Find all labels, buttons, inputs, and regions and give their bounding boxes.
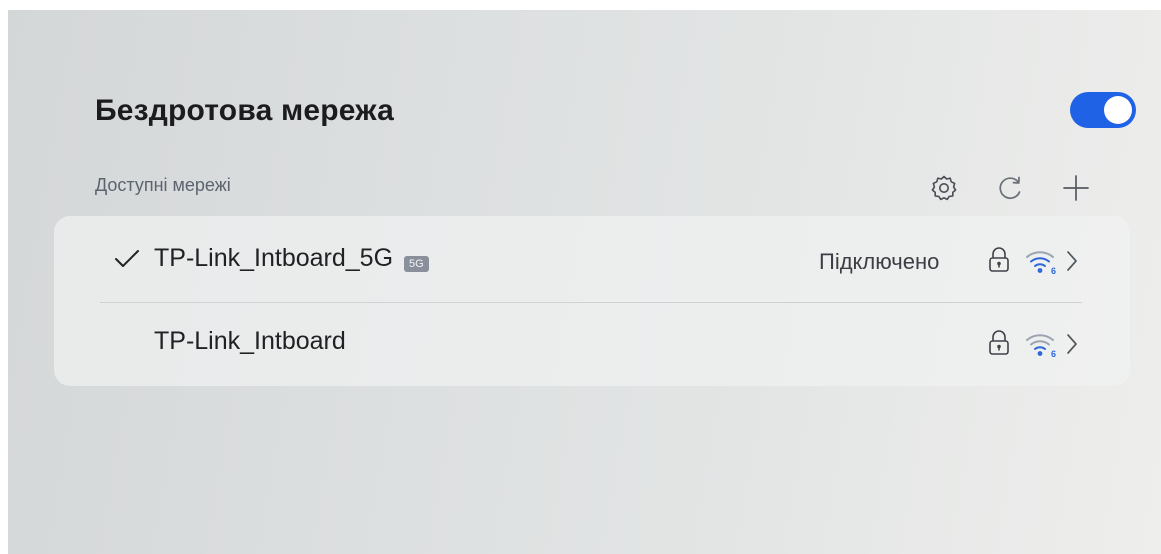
page-title: Бездротова мережа: [95, 94, 395, 127]
refresh-button[interactable]: [992, 170, 1028, 206]
network-list: TP-Link_Intboard_5G 5G Підключено 6 TP-L: [54, 216, 1130, 386]
wifi-toggle[interactable]: [1070, 92, 1136, 128]
svg-text:6: 6: [1051, 349, 1056, 359]
lock-icon: [989, 330, 1009, 355]
network-row[interactable]: TP-Link_Intboard_5G 5G Підключено 6: [100, 220, 1082, 303]
network-name: TP-Link_Intboard_5G: [154, 244, 394, 272]
wireless-settings-screen: Бездротова мережа Доступні мережі TP-Lin…: [8, 10, 1161, 554]
chevron-right-icon: [1067, 251, 1077, 271]
add-icon: [1063, 175, 1089, 201]
network-row[interactable]: TP-Link_Intboard 6: [100, 303, 1082, 385]
network-name: TP-Link_Intboard: [154, 327, 346, 355]
connection-status: Підключено: [819, 249, 940, 274]
checkmark-icon: [115, 250, 139, 267]
lock-icon: [989, 247, 1009, 272]
add-network-button[interactable]: [1058, 170, 1094, 206]
settings-gear-icon: [931, 175, 957, 201]
toggle-knob: [1104, 96, 1132, 124]
wifi-6-icon: 6: [1026, 334, 1056, 359]
section-label: Доступні мережі: [95, 175, 231, 195]
refresh-icon: [999, 176, 1021, 199]
svg-text:6: 6: [1051, 266, 1056, 276]
settings-button[interactable]: [926, 170, 962, 206]
band-badge: 5G: [404, 256, 429, 272]
chevron-right-icon: [1067, 334, 1077, 354]
wifi-6-icon: 6: [1026, 251, 1056, 276]
